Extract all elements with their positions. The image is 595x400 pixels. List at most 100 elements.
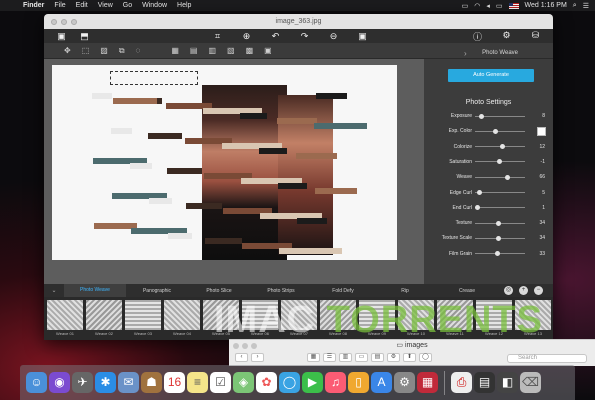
notification-center-icon[interactable]: ☰ — [583, 2, 589, 10]
calendar-app-icon[interactable]: 16 — [164, 372, 185, 393]
info-icon[interactable]: ⓘ — [470, 30, 485, 43]
menu-file[interactable]: File — [49, 2, 70, 9]
duplicate-tool-icon[interactable]: ⧉ — [119, 46, 125, 56]
arrange-button[interactable]: ▤ — [371, 353, 384, 362]
panel-collapse-icon[interactable]: › — [464, 49, 467, 58]
setting-slider[interactable] — [475, 128, 525, 134]
app-store-icon[interactable]: A — [371, 372, 392, 393]
menu-help[interactable]: Help — [172, 2, 196, 9]
layout-3-icon[interactable]: ▥ — [208, 46, 216, 55]
view-columns-button[interactable]: ▥ — [339, 353, 352, 362]
slider-knob[interactable] — [495, 220, 501, 226]
preset-thumbnail[interactable]: Weave 04 — [164, 300, 200, 337]
share-button[interactable]: ⬆ — [403, 353, 416, 362]
menu-view[interactable]: View — [93, 2, 118, 9]
tab-fold-defy[interactable]: Fold Defy — [312, 288, 374, 294]
slider-knob[interactable] — [505, 174, 511, 180]
layout-5-icon[interactable]: ▩ — [246, 46, 254, 55]
setting-slider[interactable] — [475, 235, 525, 241]
slider-knob[interactable] — [478, 113, 484, 119]
photos-app-icon[interactable]: ✿ — [256, 372, 277, 393]
tab-photo-weave[interactable]: Photo Weave — [64, 284, 126, 297]
view-list-button[interactable]: ☰ — [323, 353, 336, 362]
zoom-in-icon[interactable]: ⊕ — [239, 31, 254, 42]
setting-slider[interactable] — [475, 144, 525, 150]
back-button[interactable]: ‹ — [235, 353, 248, 362]
add-preset-icon[interactable]: + — [519, 286, 528, 295]
notes-app-icon[interactable]: ≡ — [187, 372, 208, 393]
menu-window[interactable]: Window — [137, 2, 172, 9]
safari-app-icon[interactable]: ✱ — [95, 372, 116, 393]
slider-knob[interactable] — [495, 235, 501, 241]
finder-search-input[interactable]: Search — [507, 354, 587, 363]
view-gallery-button[interactable]: ▭ — [355, 353, 368, 362]
tags-button[interactable]: ◯ — [419, 353, 432, 362]
preset-menu-icon[interactable]: ◎ — [504, 286, 513, 295]
setting-slider[interactable] — [475, 205, 525, 211]
setting-slider[interactable] — [475, 113, 525, 119]
itunes-app-icon[interactable]: ♫ — [325, 372, 346, 393]
select-tool-icon[interactable]: ⬚ — [82, 46, 90, 55]
tab-photo-slice[interactable]: Photo Slice — [188, 288, 250, 294]
layout-6-icon[interactable]: ▣ — [264, 46, 272, 55]
pdf-document-icon[interactable]: ⎙ — [451, 372, 472, 393]
slider-knob[interactable] — [495, 251, 501, 257]
tab-photo-strips[interactable]: Photo Strips — [250, 288, 312, 294]
share-icon[interactable]: ⛁ — [528, 30, 543, 43]
reminders-app-icon[interactable]: ☑ — [210, 372, 231, 393]
setting-slider[interactable] — [475, 220, 525, 226]
remove-preset-icon[interactable]: − — [534, 286, 543, 295]
move-tool-icon[interactable]: ✥ — [64, 46, 71, 55]
airplay-icon[interactable]: ▭ — [462, 2, 469, 10]
folder-stack-icon[interactable]: ◧ — [497, 372, 518, 393]
auto-generate-button[interactable]: Auto Generate — [448, 69, 534, 82]
slider-knob[interactable] — [497, 159, 503, 165]
fit-icon[interactable]: ▣ — [355, 31, 370, 42]
image-canvas[interactable] — [52, 65, 397, 260]
slider-knob[interactable] — [500, 144, 506, 150]
tab-crease[interactable]: Crease — [436, 288, 498, 294]
system-preferences-icon[interactable]: ⚙ — [394, 372, 415, 393]
action-gear-button[interactable]: ⚙ — [387, 353, 400, 362]
menu-go[interactable]: Go — [118, 2, 137, 9]
image-tool-icon[interactable]: ▨ — [100, 46, 108, 55]
zoom-out-icon[interactable]: ⊖ — [326, 31, 341, 42]
forward-button[interactable]: › — [251, 353, 264, 362]
undo-icon[interactable]: ↶ — [268, 31, 283, 42]
wifi-icon[interactable]: ◠ — [474, 2, 480, 10]
slider-knob[interactable] — [493, 128, 499, 134]
facetime-app-icon[interactable]: ▶ — [302, 372, 323, 393]
menu-edit[interactable]: Edit — [71, 2, 93, 9]
slider-knob[interactable] — [475, 205, 481, 211]
downloads-stack-icon[interactable]: ▤ — [474, 372, 495, 393]
volume-icon[interactable]: ◂ — [486, 2, 490, 10]
finder-app-icon[interactable]: ☺ — [26, 372, 47, 393]
messages-app-icon[interactable]: ◯ — [279, 372, 300, 393]
layout-2-icon[interactable]: ▤ — [190, 46, 198, 55]
preset-thumbnail[interactable]: Weave 01 — [47, 300, 83, 337]
layout-4-icon[interactable]: ▧ — [227, 46, 235, 55]
contacts-app-icon[interactable]: ☗ — [141, 372, 162, 393]
crop-icon[interactable]: ⌗ — [210, 31, 225, 42]
mail-app-icon[interactable]: ✉ — [118, 372, 139, 393]
color-swatch[interactable] — [537, 126, 546, 136]
ibooks-app-icon[interactable]: ▯ — [348, 372, 369, 393]
spotlight-icon[interactable]: ⌕ — [573, 2, 577, 10]
siri-app-icon[interactable]: ◉ — [49, 372, 70, 393]
selection-handles[interactable] — [110, 71, 198, 85]
launchpad-app-icon[interactable]: ✈ — [72, 372, 93, 393]
layout-1-icon[interactable]: ▦ — [171, 46, 179, 55]
tabs-collapse-icon[interactable]: ⌄ — [44, 287, 64, 294]
clock[interactable]: Wed 1:16 PM — [525, 2, 567, 9]
menu-finder[interactable]: Finder — [18, 2, 49, 9]
light-tool-icon[interactable]: ◌ — [136, 46, 141, 55]
battery-icon[interactable]: ▭ — [496, 2, 503, 10]
open-image-icon[interactable]: ▣ — [54, 31, 69, 42]
settings-icon[interactable]: ⚙ — [499, 30, 514, 43]
trash-icon[interactable]: ⌫ — [520, 372, 541, 393]
tab-panographic[interactable]: Panographic — [126, 288, 188, 294]
view-icons-button[interactable]: ▦ — [307, 353, 320, 362]
save-icon[interactable]: ⬒ — [77, 31, 92, 42]
tab-rip[interactable]: Rip — [374, 288, 436, 294]
redo-icon[interactable]: ↷ — [297, 31, 312, 42]
